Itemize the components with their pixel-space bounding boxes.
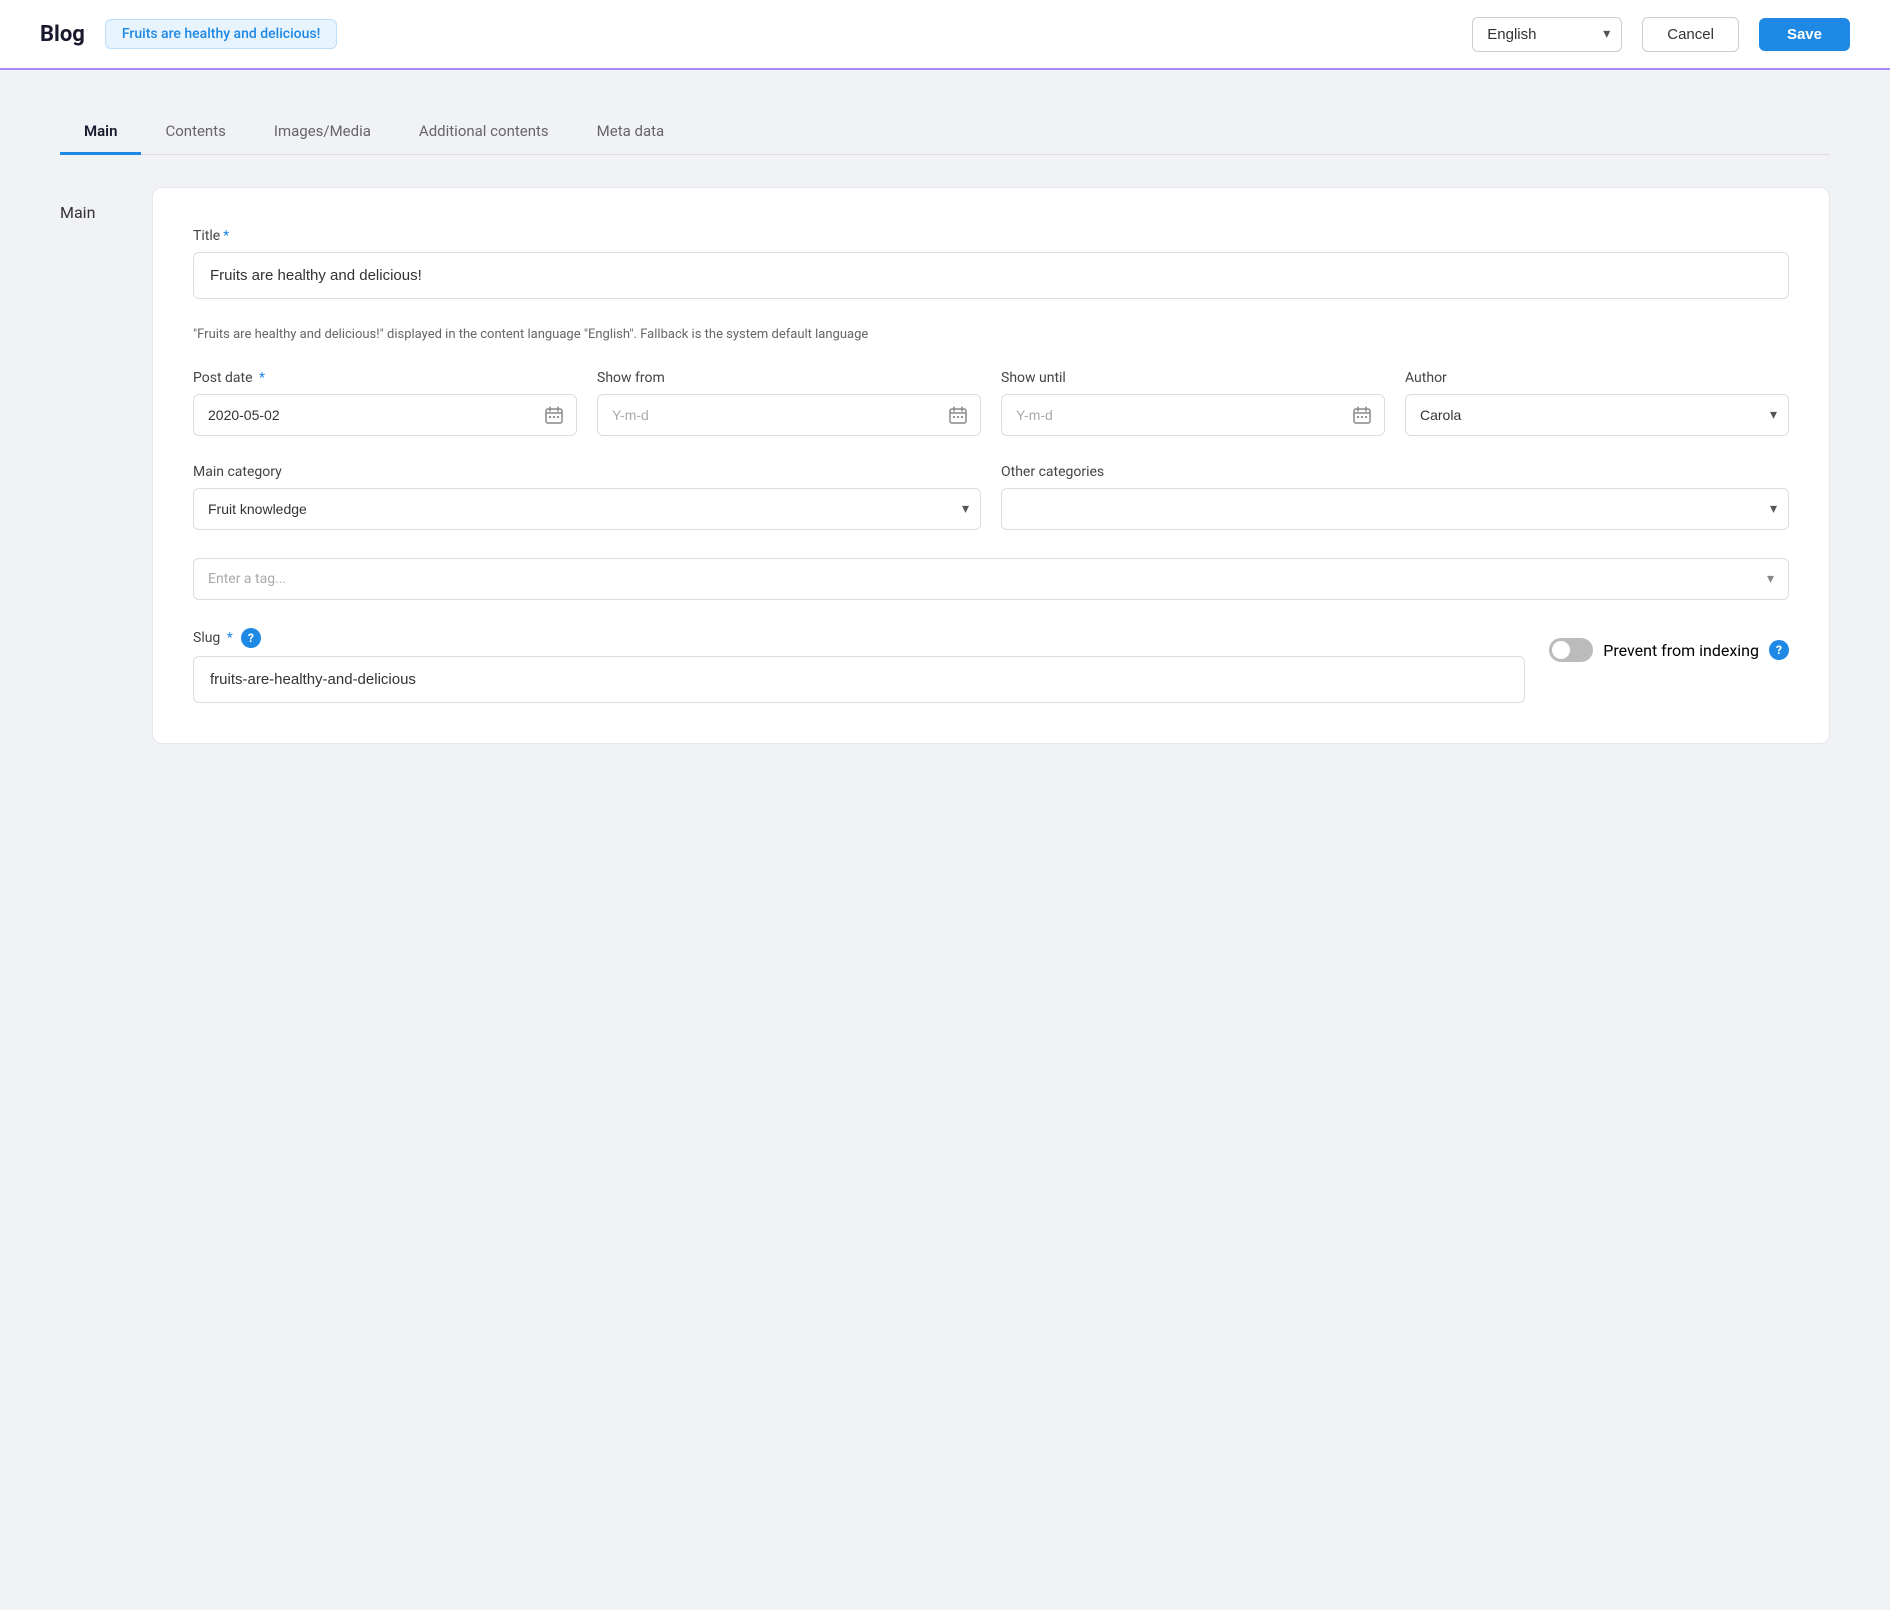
prevent-indexing-label: Prevent from indexing	[1603, 641, 1759, 660]
tags-field-group: Enter a tag... ▾	[193, 558, 1789, 600]
slug-left: Slug * ?	[193, 628, 1525, 703]
other-categories-col: Other categories	[1001, 464, 1789, 530]
author-select[interactable]: Carola	[1405, 394, 1789, 436]
show-until-col: Show until	[1001, 370, 1385, 436]
chevron-down-icon: ▾	[1767, 571, 1774, 587]
show-from-col: Show from	[597, 370, 981, 436]
tab-images-media[interactable]: Images/Media	[250, 110, 395, 155]
tag-input-wrapper[interactable]: Enter a tag... ▾	[193, 558, 1789, 600]
main-category-col: Main category Fruit knowledge	[193, 464, 981, 530]
author-label: Author	[1405, 370, 1789, 386]
slug-input[interactable]	[193, 656, 1525, 703]
main-category-label: Main category	[193, 464, 981, 480]
calendar-icon	[948, 405, 968, 425]
calendar-icon	[544, 405, 564, 425]
other-categories-label: Other categories	[1001, 464, 1789, 480]
tag-placeholder: Enter a tag...	[208, 571, 1767, 587]
author-select-wrapper[interactable]: Carola	[1405, 394, 1789, 436]
hint-text: "Fruits are healthy and delicious!" disp…	[193, 327, 1789, 342]
slug-label: Slug *	[193, 630, 233, 646]
tab-contents[interactable]: Contents	[141, 110, 249, 155]
show-from-calendar-button[interactable]	[936, 397, 980, 433]
show-from-label: Show from	[597, 370, 981, 386]
other-categories-select[interactable]	[1001, 488, 1789, 530]
main-category-select-wrapper[interactable]: Fruit knowledge	[193, 488, 981, 530]
post-date-col: Post date *	[193, 370, 577, 436]
title-label: Title*	[193, 228, 1789, 244]
page-header: Blog Fruits are healthy and delicious! E…	[0, 0, 1890, 70]
slug-label-row: Slug * ?	[193, 628, 1525, 648]
tab-main[interactable]: Main	[60, 110, 141, 155]
post-date-input[interactable]	[194, 395, 532, 435]
cancel-button[interactable]: Cancel	[1642, 17, 1739, 52]
prevent-indexing-help-icon[interactable]: ?	[1769, 640, 1789, 660]
slug-row: Slug * ? Prevent from indexing ?	[193, 628, 1789, 703]
show-until-label: Show until	[1001, 370, 1385, 386]
tab-meta-data[interactable]: Meta data	[573, 110, 689, 155]
slug-right: Prevent from indexing ?	[1549, 628, 1789, 662]
post-date-calendar-button[interactable]	[532, 397, 576, 433]
author-col: Author Carola	[1405, 370, 1789, 436]
language-select-wrapper[interactable]: English	[1472, 17, 1622, 52]
title-input[interactable]	[193, 252, 1789, 299]
show-until-wrapper	[1001, 394, 1385, 436]
other-categories-select-wrapper[interactable]	[1001, 488, 1789, 530]
show-until-calendar-button[interactable]	[1340, 397, 1384, 433]
post-date-wrapper	[193, 394, 577, 436]
page-title: Blog	[40, 22, 85, 47]
main-category-select[interactable]: Fruit knowledge	[193, 488, 981, 530]
content-layout: Main Title* "Fruits are healthy and deli…	[60, 187, 1830, 744]
show-from-wrapper	[597, 394, 981, 436]
dates-row: Post date *	[193, 370, 1789, 436]
main-card: Title* "Fruits are healthy and delicious…	[152, 187, 1830, 744]
show-from-input[interactable]	[598, 395, 936, 435]
slug-help-icon[interactable]: ?	[241, 628, 261, 648]
post-date-label: Post date *	[193, 370, 577, 386]
title-field-group: Title*	[193, 228, 1789, 299]
categories-row: Main category Fruit knowledge Other cate…	[193, 464, 1789, 530]
article-title-badge: Fruits are healthy and delicious!	[105, 19, 337, 49]
tab-additional-contents[interactable]: Additional contents	[395, 110, 573, 155]
page-body: Main Contents Images/Media Additional co…	[0, 70, 1890, 784]
show-until-input[interactable]	[1002, 395, 1340, 435]
calendar-icon	[1352, 405, 1372, 425]
section-label: Main	[60, 187, 120, 744]
save-button[interactable]: Save	[1759, 18, 1850, 51]
language-select[interactable]: English	[1472, 17, 1622, 52]
tab-bar: Main Contents Images/Media Additional co…	[60, 110, 1830, 155]
prevent-indexing-toggle[interactable]	[1549, 638, 1593, 662]
